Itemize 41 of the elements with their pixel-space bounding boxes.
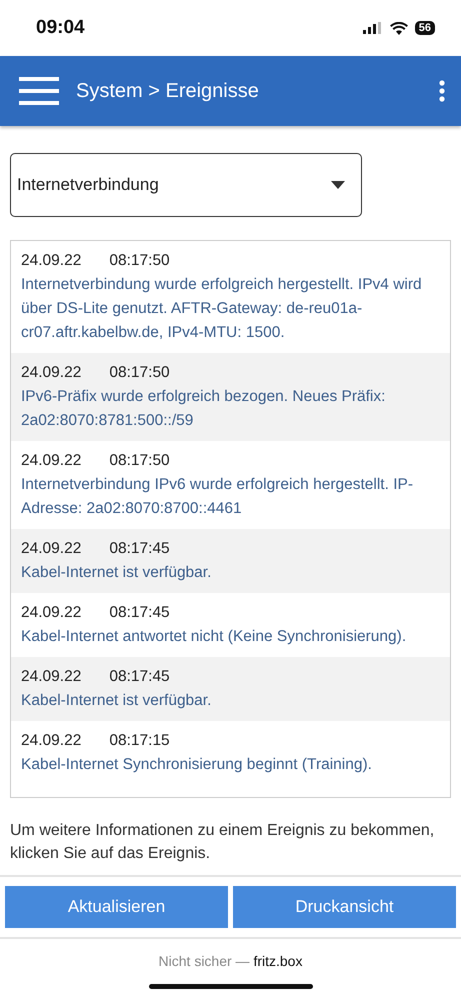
event-time: 08:17:15 [109, 732, 170, 749]
menu-icon[interactable] [19, 77, 59, 105]
event-time: 08:17:45 [109, 604, 170, 621]
event-date: 24.09.22 [21, 252, 82, 269]
page-title: System > Ereignisse [76, 80, 260, 102]
event-date: 24.09.22 [21, 540, 82, 557]
event-message: Kabel-Internet ist verfügbar. [21, 691, 212, 711]
caret-icon [331, 181, 345, 189]
address-bar[interactable]: Nicht sicher — fritz.box [0, 953, 461, 969]
event-message: Internetverbindung IPv6 wurde erfolgreich hergestellt. IP-Adresse: 2a02:8070:8700::4461 [21, 475, 414, 519]
event-date: 24.09.22 [21, 604, 82, 621]
event-message: IPv6-Präfix wurde erfolgreich bezogen. Neues Präfix: 2a02:8070:8781:500::/59 [21, 387, 386, 431]
event-message: Kabel-Internet ist verfügbar. [21, 563, 212, 583]
event-row[interactable]: 24.09.22 08:17:50 Internetverbindung IPv6 wurde erfolgreich hergestellt. IP-Adresse: 2a02:8070:8700::4461 [11, 441, 450, 529]
event-row[interactable]: 24.09.22 08:17:15 Kabel-Internet Synchronisierung beginnt (Training). [11, 721, 450, 785]
event-message: Kabel-Internet Synchronisierung beginnt (Training). [21, 755, 373, 775]
signal-icon [362, 22, 383, 34]
event-time: 08:17:50 [109, 364, 170, 381]
event-time: 08:17:50 [109, 452, 170, 469]
event-row[interactable]: 24.09.22 08:17:45 Kabel-Internet ist verfügbar. [11, 529, 450, 593]
event-message: Kabel-Internet antwortet nicht (Keine Synchronisierung). [21, 627, 408, 647]
action-button[interactable]: Druckansicht [233, 886, 456, 928]
event-row[interactable]: 24.09.22 08:17:50 IPv6-Präfix wurde erfolgreich bezogen. Neues Präfix: 2a02:8070:8781:500::/59 [11, 353, 450, 441]
action-button[interactable]: Aktualisieren [5, 886, 228, 928]
battery-level: 56 [414, 21, 435, 35]
event-message: Internetverbindung wurde erfolgreich hergestellt. IPv4 wird über DS-Lite genutzt. AFTR-Gateway: de-reu01a-cr07.aftr.kabelbw.de, IPv4-MTU: 1500. [21, 275, 423, 343]
event-row[interactable]: 24.09.22 08:17:50 Internetverbindung wurde erfolgreich hergestellt. IPv4 wird über DS-Lite genutzt. AFTR-Gateway: de-reu01a-cr07.aftr.kabelbw.de, IPv4-MTU: 1500. [11, 241, 450, 353]
event-date: 24.09.22 [21, 364, 82, 381]
status-time: 09:04 [36, 17, 85, 39]
event-time: 08:17:45 [109, 668, 170, 685]
event-row[interactable]: 24.09.22 08:17:45 Kabel-Internet antwortet nicht (Keine Synchronisierung). [11, 593, 450, 657]
hint-text: Um weitere Informationen zu einem Ereignis zu bekommen, klicken Sie auf das Ereignis. [10, 821, 436, 864]
event-time: 08:17:50 [109, 252, 170, 269]
more-icon[interactable] [439, 80, 445, 102]
event-date: 24.09.22 [21, 452, 82, 469]
wifi-icon [390, 22, 408, 34]
event-date: 24.09.22 [21, 668, 82, 685]
event-date: 24.09.22 [21, 732, 82, 749]
event-time: 08:17:45 [109, 540, 170, 557]
filter-dropdown[interactable]: Internetverbindung [10, 153, 362, 217]
event-row[interactable]: 24.09.22 08:17:45 Kabel-Internet ist verfügbar. [11, 657, 450, 721]
